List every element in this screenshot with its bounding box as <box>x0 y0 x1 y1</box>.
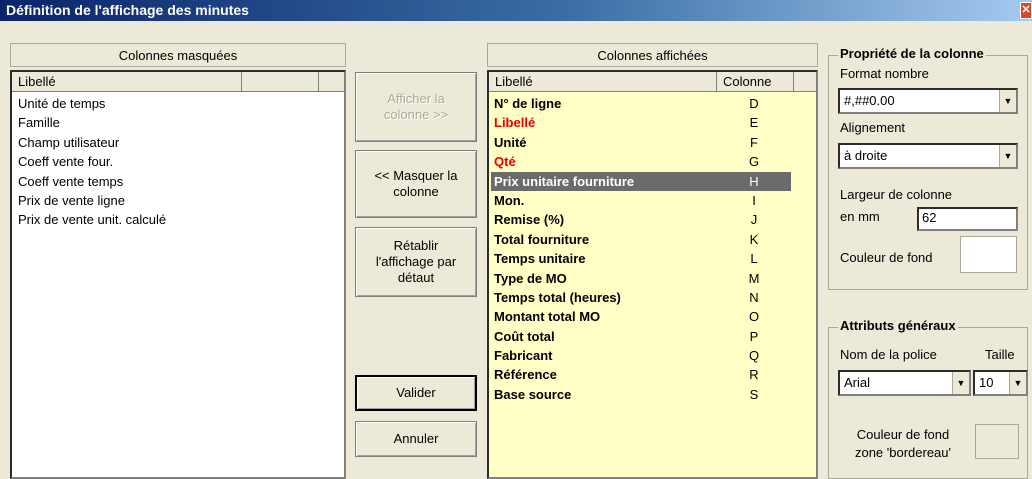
list-item[interactable]: Coeff vente four. <box>18 152 166 171</box>
hidden-columns-list[interactable]: Libellé Unité de temps Famille Champ utili… <box>10 70 346 479</box>
list-item[interactable]: Prix de vente unit. calculé <box>18 210 166 229</box>
font-name-label: Nom de la police <box>840 347 937 362</box>
row-column-code: S <box>749 386 759 402</box>
row-column-code: F <box>750 134 758 150</box>
cancel-button[interactable]: Annuler <box>355 421 477 457</box>
list-item[interactable]: Prix de vente ligne <box>18 191 166 210</box>
row-label: Remise (%) <box>494 212 565 228</box>
font-name-select[interactable]: Arial ▼ <box>838 370 971 396</box>
row-label: Unité <box>494 134 527 150</box>
alignment-label: Alignement <box>840 120 906 135</box>
hidden-col-filler-header <box>319 72 344 92</box>
row-label: Temps unitaire <box>494 251 586 267</box>
hidden-col-extra-header[interactable] <box>242 72 319 92</box>
list-item[interactable]: Famille <box>18 113 166 132</box>
hide-column-button[interactable]: << Masquer la colonne <box>355 150 477 218</box>
row-label: Montant total MO <box>494 309 601 325</box>
show-column-button[interactable]: Afficher la colonne >> <box>355 72 477 142</box>
table-row[interactable]: Prix unitaire fourniture H <box>491 171 791 191</box>
table-row[interactable]: Remise (%) J <box>491 210 791 229</box>
row-column-code: G <box>748 154 760 170</box>
shown-col-filler-header <box>794 72 816 92</box>
hidden-col-label-header[interactable]: Libellé <box>12 72 242 92</box>
row-column-code: D <box>749 96 759 111</box>
row-column-code: R <box>749 367 759 383</box>
row-label: Total fourniture <box>494 231 590 247</box>
chevron-down-icon[interactable]: ▼ <box>1009 372 1026 394</box>
validate-button[interactable]: Valider <box>355 375 477 411</box>
shown-columns-header: Colonnes affichées <box>487 43 818 67</box>
hidden-columns-header: Colonnes masquées <box>10 43 346 67</box>
row-column-code: J <box>750 212 758 228</box>
row-column-code: I <box>752 192 756 208</box>
table-row[interactable]: Qté G <box>491 152 791 171</box>
hidden-columns-rows: Unité de temps Famille Champ utilisateur Co… <box>18 94 166 230</box>
row-label: Qté <box>494 154 516 170</box>
row-column-code: M <box>748 270 760 286</box>
restore-default-button[interactable]: Rétablir l'affichage par détaut <box>355 227 477 297</box>
row-label: N° de ligne <box>494 96 562 111</box>
row-label: Base source <box>494 386 572 402</box>
shown-columns-list[interactable]: Libellé Colonne N° de ligne D Libellé E Unit… <box>487 70 818 479</box>
row-column-code: L <box>750 251 758 267</box>
table-row[interactable]: N° de ligne D <box>491 94 791 113</box>
zone-bg-label-2: zone 'bordereau' <box>854 445 952 460</box>
number-format-select[interactable]: #,##0.00 ▼ <box>838 88 1018 114</box>
row-label: Prix unitaire fourniture <box>494 173 635 189</box>
row-column-code: N <box>749 289 759 305</box>
row-column-code: O <box>748 309 760 325</box>
table-row[interactable]: Montant total MO O <box>491 307 791 326</box>
row-column-code: Q <box>748 348 760 364</box>
table-row[interactable]: Coût total P <box>491 327 791 346</box>
chevron-down-icon[interactable]: ▼ <box>952 372 969 394</box>
row-column-code: K <box>749 231 759 247</box>
zone-bg-color-swatch[interactable] <box>975 424 1019 459</box>
row-label: Libellé <box>494 115 536 131</box>
list-item[interactable]: Coeff vente temps <box>18 172 166 191</box>
row-label: Référence <box>494 367 557 383</box>
column-width-label: Largeur de colonne <box>840 187 953 202</box>
table-row[interactable]: Unité F <box>491 133 791 152</box>
table-row[interactable]: Libellé E <box>491 113 791 132</box>
table-row[interactable]: Référence R <box>491 365 791 384</box>
chevron-down-icon[interactable]: ▼ <box>999 145 1016 167</box>
shown-columns-rows: N° de ligne D Libellé E Unité F Qté G Prix unita… <box>491 94 791 404</box>
list-item[interactable]: Champ utilisateur <box>18 133 166 152</box>
number-format-label: Format nombre <box>840 66 929 81</box>
row-column-code: H <box>749 173 759 189</box>
row-label: Mon. <box>494 192 525 208</box>
row-label: Type de MO <box>494 270 567 286</box>
font-size-select[interactable]: 10 ▼ <box>973 370 1028 396</box>
column-width-input[interactable]: 62 <box>917 207 1018 231</box>
row-column-code: P <box>749 328 759 344</box>
table-row[interactable]: Total fourniture K <box>491 230 791 249</box>
font-size-label: Taille <box>985 347 1015 362</box>
column-width-unit-label: en mm <box>840 209 880 224</box>
shown-col-code-header[interactable]: Colonne <box>717 72 794 92</box>
column-properties-title: Propriété de la colonne <box>838 46 986 61</box>
close-icon[interactable]: ✕ <box>1020 2 1032 19</box>
table-row[interactable]: Base source S <box>491 385 791 404</box>
background-color-label: Couleur de fond <box>840 250 933 265</box>
table-row[interactable]: Fabricant Q <box>491 346 791 365</box>
alignment-select[interactable]: à droite ▼ <box>838 143 1018 169</box>
chevron-down-icon[interactable]: ▼ <box>999 90 1016 112</box>
table-row[interactable]: Type de MO M <box>491 269 791 288</box>
table-row[interactable]: Temps unitaire L <box>491 249 791 268</box>
general-attributes-title: Attributs généraux <box>838 318 958 333</box>
window-title-bar[interactable]: Définition de l'affichage des minutes ✕ <box>0 0 1032 21</box>
zone-bg-label-1: Couleur de fond <box>856 427 950 442</box>
table-row[interactable]: Temps total (heures) N <box>491 288 791 307</box>
row-column-code: E <box>749 115 759 131</box>
row-label: Temps total (heures) <box>494 289 621 305</box>
table-row[interactable]: Mon. I <box>491 191 791 210</box>
background-color-swatch[interactable] <box>960 236 1017 273</box>
shown-col-label-header[interactable]: Libellé <box>489 72 717 92</box>
list-item[interactable]: Unité de temps <box>18 94 166 113</box>
row-label: Fabricant <box>494 348 553 364</box>
row-label: Coût total <box>494 328 555 344</box>
window-title: Définition de l'affichage des minutes <box>6 2 249 18</box>
